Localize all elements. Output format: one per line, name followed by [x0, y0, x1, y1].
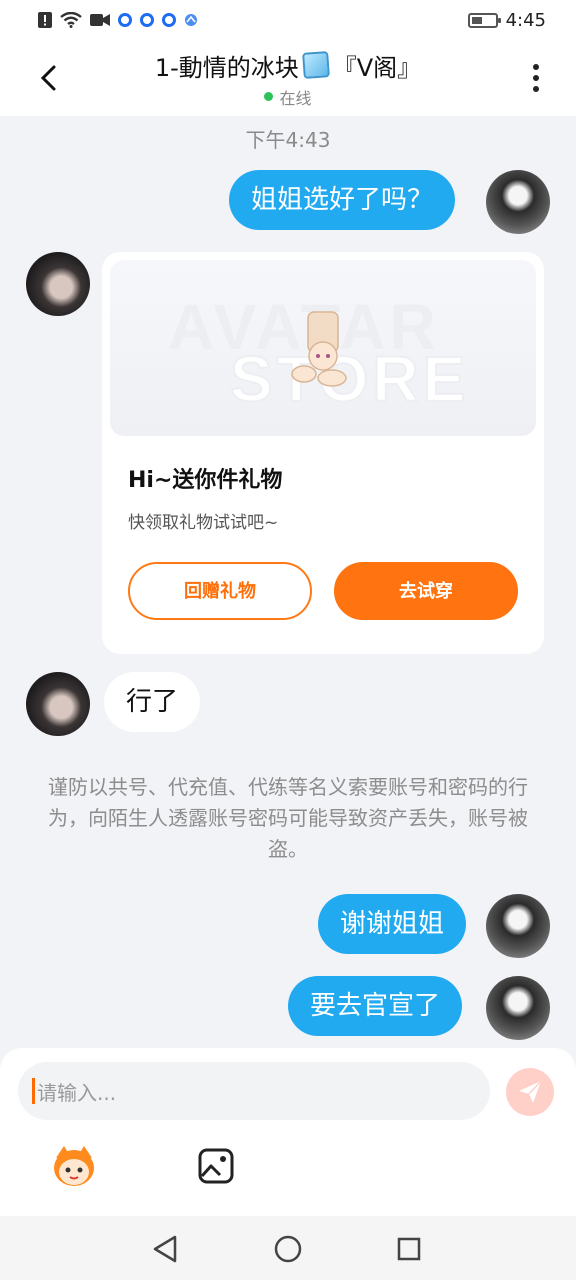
image-icon — [198, 1148, 234, 1184]
back-button[interactable] — [28, 58, 68, 98]
ice-cube-icon — [301, 51, 330, 79]
online-status-text: 在线 — [279, 88, 312, 108]
message-input[interactable]: 请输入... — [18, 1062, 490, 1120]
gift-title: Hi~送你件礼物 — [128, 468, 283, 493]
more-vertical-icon-dot — [533, 75, 539, 81]
sticker-button[interactable] — [50, 1144, 98, 1188]
circle-home-icon — [274, 1235, 302, 1263]
triangle-back-icon — [153, 1235, 177, 1263]
contact-name: 1-動情的冰块 — [154, 53, 299, 82]
battery-icon — [467, 12, 501, 28]
more-vertical-icon — [533, 64, 539, 70]
video-icon — [90, 13, 110, 27]
more-options-button[interactable] — [516, 58, 556, 98]
my-avatar[interactable] — [486, 170, 550, 234]
chevron-left-icon — [40, 65, 56, 91]
message-list[interactable]: 下午4:43 姐姐选好了吗？ AVATAR STORE Hi~送你件礼物 快领取… — [0, 116, 576, 1048]
gift-card[interactable]: AVATAR STORE Hi~送你件礼物 快领取礼物试试吧~ 回赠礼物 去试穿 — [102, 252, 544, 654]
outgoing-message[interactable]: 谢谢姐姐 — [318, 894, 467, 954]
outgoing-message[interactable]: 要去官宣了 — [288, 976, 463, 1036]
app-icon — [184, 13, 198, 27]
try-on-button[interactable]: 去试穿 — [334, 562, 518, 620]
send-icon — [519, 1080, 542, 1103]
status-bar: 4:45 — [0, 0, 576, 40]
wifi-icon — [60, 12, 82, 28]
online-dot-icon — [264, 92, 274, 101]
image-button[interactable] — [196, 1146, 236, 1186]
app-icon — [118, 13, 132, 27]
app-icon — [140, 13, 154, 27]
nav-recents-button[interactable] — [392, 1232, 426, 1266]
system-nav-bar — [0, 1216, 576, 1280]
contact-avatar[interactable] — [26, 672, 90, 736]
status-icons-left — [38, 12, 198, 28]
outgoing-message[interactable]: 姐姐选好了吗？ — [229, 170, 456, 230]
message-timestamp: 下午4:43 — [245, 128, 331, 152]
more-vertical-icon-dot — [533, 86, 539, 92]
my-avatar[interactable] — [486, 976, 550, 1040]
message-composer: 请输入... — [0, 1048, 576, 1216]
nav-back-button[interactable] — [148, 1232, 182, 1266]
online-status: 在线 — [155, 85, 421, 109]
contact-avatar[interactable] — [26, 252, 90, 316]
mascot-sticker-icon — [54, 1146, 94, 1186]
my-avatar[interactable] — [486, 894, 550, 958]
chat-title: 1-動情的冰块 『V阁』 — [155, 48, 421, 83]
chat-screen: 4:45 1-動情的冰块 『V阁』 在线 下午4:43 姐姐选好了吗？ AVAT… — [0, 0, 576, 1280]
incoming-message[interactable]: 行了 — [104, 672, 201, 732]
gift-figure-icon — [291, 311, 347, 387]
alert-icon — [38, 12, 52, 28]
return-gift-button[interactable]: 回赠礼物 — [128, 562, 312, 620]
chat-title-area[interactable]: 1-動情的冰块 『V阁』 在线 — [155, 48, 421, 109]
nav-home-button[interactable] — [271, 1232, 305, 1266]
send-button[interactable] — [506, 1068, 554, 1116]
message-input-placeholder: 请输入... — [37, 1080, 117, 1105]
gift-subtitle: 快领取礼物试试吧~ — [128, 513, 279, 533]
app-icon — [162, 13, 176, 27]
status-icons-right: 4:45 — [467, 9, 546, 31]
chat-header: 1-動情的冰块 『V阁』 在线 — [0, 40, 576, 116]
text-caret — [32, 1078, 35, 1104]
status-time: 4:45 — [505, 9, 546, 31]
contact-name-suffix: 『V阁』 — [332, 53, 422, 82]
square-recents-icon — [397, 1237, 421, 1261]
gift-banner: AVATAR STORE — [110, 260, 536, 436]
security-notice: 谨防以共号、代充值、代练等名义索要账号和密码的行为，向陌生人透露账号密码可能导致… — [48, 775, 528, 861]
